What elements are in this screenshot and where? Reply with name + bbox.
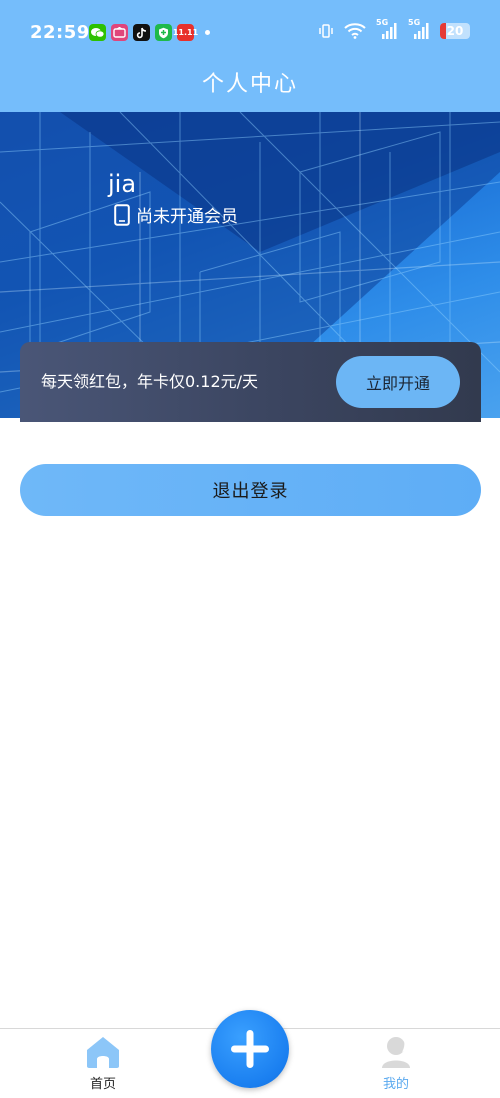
plus-icon bbox=[231, 1030, 269, 1068]
add-button[interactable] bbox=[211, 1010, 289, 1088]
vibrate-icon bbox=[319, 24, 333, 38]
wifi-icon bbox=[344, 23, 366, 39]
status-bar: 22:59 11.11 5G 5G 20 bbox=[0, 0, 500, 66]
phone-icon bbox=[114, 203, 130, 226]
nav-home-label: 首页 bbox=[89, 1077, 116, 1092]
status-time: 22:59 bbox=[30, 22, 90, 43]
profile-icon bbox=[382, 1037, 410, 1068]
screen: 22:59 11.11 5G 5G 20 个人中心 jia 尚未开通会员 每天领… bbox=[0, 0, 500, 1098]
signal-icon-1: 5G bbox=[376, 18, 398, 40]
username: jia bbox=[108, 170, 137, 198]
vip-promo-card: 每天领红包，年卡仅0.12元/天 立即开通 bbox=[20, 342, 481, 422]
activate-vip-button[interactable]: 立即开通 bbox=[336, 356, 460, 408]
more-notifications-dot bbox=[205, 30, 210, 35]
shield-app-icon bbox=[155, 24, 172, 41]
nav-home[interactable]: 首页 bbox=[63, 1035, 143, 1092]
notification-icons: 11.11 bbox=[89, 24, 210, 41]
signal-icon-2: 5G bbox=[408, 18, 430, 40]
battery-fill bbox=[440, 23, 446, 39]
nav-mine[interactable]: 我的 bbox=[356, 1035, 436, 1092]
battery-icon: 20 bbox=[440, 23, 470, 39]
top-bar: 22:59 11.11 5G 5G 20 个人中心 bbox=[0, 0, 500, 112]
battery-level: 20 bbox=[446, 24, 464, 38]
app-icon bbox=[111, 24, 128, 41]
wechat-icon bbox=[89, 24, 106, 41]
logout-button[interactable]: 退出登录 bbox=[20, 464, 481, 516]
member-status-text: 尚未开通会员 bbox=[136, 207, 238, 227]
page-title: 个人中心 bbox=[201, 72, 298, 97]
tiktok-icon bbox=[133, 24, 150, 41]
taobao-11-icon: 11.11 bbox=[173, 24, 198, 41]
nav-mine-label: 我的 bbox=[382, 1077, 409, 1092]
home-icon bbox=[87, 1037, 119, 1068]
system-icons: 5G 5G 20 bbox=[318, 18, 470, 40]
membership-status: 尚未开通会员 bbox=[114, 202, 238, 227]
vip-promo-text: 每天领红包，年卡仅0.12元/天 bbox=[41, 372, 259, 391]
